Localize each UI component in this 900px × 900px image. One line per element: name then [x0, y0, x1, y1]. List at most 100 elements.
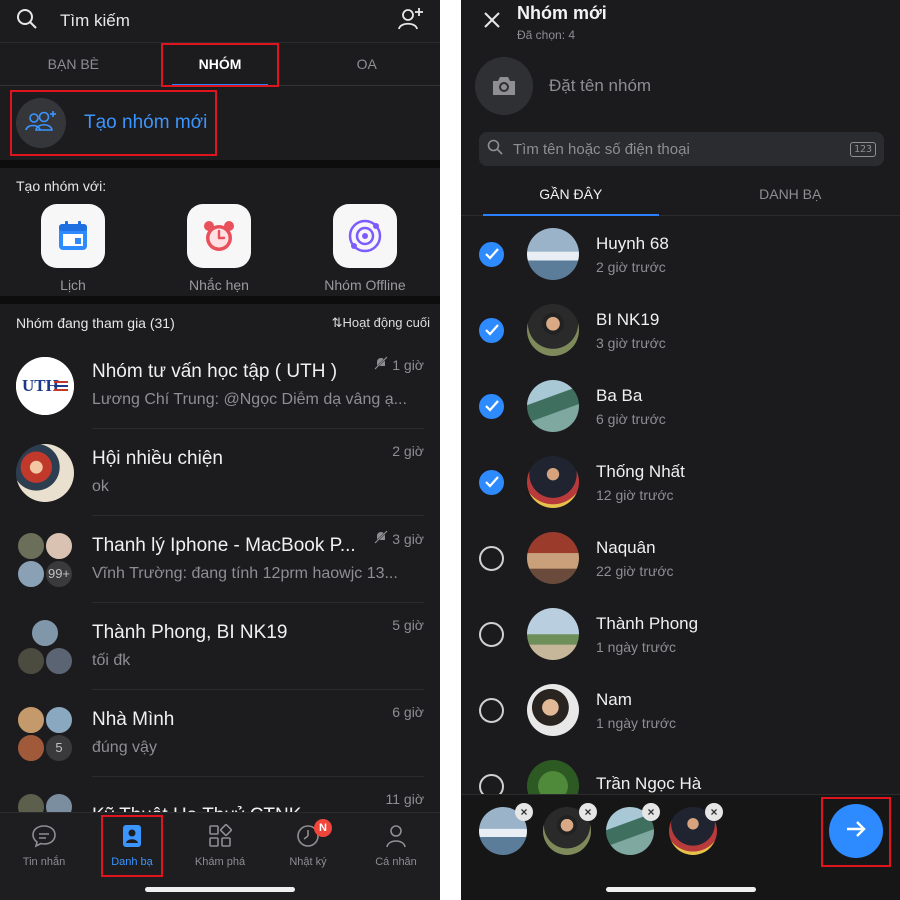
- sort-button[interactable]: ⇅Hoạt động cuối: [332, 315, 430, 331]
- checkbox-unchecked[interactable]: [479, 545, 504, 571]
- contact-name: Huynh 68: [596, 233, 669, 253]
- tab-oa[interactable]: OA: [293, 43, 440, 85]
- contact-last-active: 3 giờ trước: [596, 334, 666, 351]
- checkbox-checked[interactable]: [479, 241, 504, 267]
- group-row[interactable]: Hội nhiều chiện ok 2 giờ: [0, 429, 440, 516]
- contact-list: Huynh 68 2 giờ trước BI NK19 3 giờ trước B…: [461, 216, 900, 796]
- group-avatar: UTH: [16, 356, 74, 415]
- group-row[interactable]: Thành Phong, BI NK19 tối đk 5 giờ: [0, 603, 440, 690]
- contact-row[interactable]: Thành Phong 1 ngày trước: [461, 596, 900, 672]
- checkbox-unchecked[interactable]: [479, 773, 504, 796]
- create-with-reminder[interactable]: Nhắc hẹn: [146, 204, 292, 293]
- create-group-row[interactable]: Tạo nhóm mới: [0, 86, 440, 160]
- nav-label: Nhật ký: [289, 856, 327, 868]
- checkbox-unchecked[interactable]: [479, 621, 504, 647]
- active-tab-indicator: [172, 84, 268, 86]
- contact-row[interactable]: BI NK19 3 giờ trước: [461, 292, 900, 368]
- remove-icon[interactable]: ×: [705, 803, 723, 821]
- uth-logo: UTH: [16, 356, 74, 415]
- calendar-icon[interactable]: [41, 204, 105, 268]
- close-icon[interactable]: [483, 11, 501, 34]
- selected-avatar[interactable]: ×: [606, 803, 660, 855]
- avatar: [527, 304, 579, 356]
- group-avatar: [16, 443, 74, 502]
- contact-last-active: 1 ngày trước: [596, 714, 677, 731]
- nav-profile[interactable]: Cá nhân: [352, 813, 440, 900]
- tab-contacts[interactable]: DANH BẠ: [681, 172, 900, 215]
- avatar: [527, 684, 579, 736]
- group-name: Thanh lý Iphone - MacBook P...: [92, 535, 356, 556]
- orbit-icon[interactable]: [333, 204, 397, 268]
- contacts-tabs: BẠN BÈ NHÓM OA: [0, 42, 440, 86]
- avatar: [527, 380, 579, 432]
- group-avatar: 5: [16, 704, 74, 763]
- group-time: 2 giờ: [392, 443, 424, 459]
- muted-bell-icon: [374, 356, 388, 373]
- contact-name: BI NK19: [596, 309, 660, 329]
- group-last-message: đúng vậy: [92, 739, 157, 756]
- member-count-badge: 99+: [44, 558, 74, 589]
- contact-row[interactable]: Nam 1 ngày trước: [461, 672, 900, 748]
- checkbox-checked[interactable]: [479, 317, 504, 343]
- tab-groups[interactable]: NHÓM: [147, 43, 294, 85]
- search-placeholder[interactable]: Tìm kiếm: [60, 11, 398, 31]
- create-with-offline-group[interactable]: Nhóm Offline: [292, 204, 438, 293]
- contact-row[interactable]: Thống Nhất 12 giờ trước: [461, 444, 900, 520]
- person-icon: [385, 823, 407, 849]
- remove-icon[interactable]: ×: [515, 803, 533, 821]
- home-indicator: [605, 887, 756, 892]
- group-avatar: [16, 617, 74, 676]
- nav-label: Cá nhân: [375, 856, 417, 868]
- selected-contacts-bar: × × × ×: [461, 794, 900, 900]
- selected-avatar[interactable]: ×: [543, 803, 597, 855]
- tab-recent[interactable]: GẦN ĐÂY: [461, 172, 681, 215]
- group-last-message: Vĩnh Trường: đang tính 12prm haowjc 13..…: [92, 565, 398, 582]
- search-icon[interactable]: [16, 8, 38, 35]
- keypad-toggle[interactable]: 123: [849, 141, 876, 157]
- group-time: 1 giờ: [392, 356, 424, 373]
- group-name: Nhóm tư vấn học tập ( UTH ): [92, 361, 338, 382]
- alarm-clock-icon[interactable]: [187, 204, 251, 268]
- group-row[interactable]: UTH Nhóm tư vấn học tập ( UTH ) Lương Ch…: [0, 342, 440, 429]
- sort-label: Hoạt động cuối: [342, 315, 430, 330]
- contact-last-active: 2 giờ trước: [596, 258, 666, 275]
- remove-icon[interactable]: ×: [579, 803, 597, 821]
- create-group-button[interactable]: [829, 804, 883, 858]
- contact-row[interactable]: Huynh 68 2 giờ trước: [461, 216, 900, 292]
- chat-bubble-icon: [31, 823, 57, 849]
- group-name: Nhà Mình: [92, 709, 175, 730]
- checkbox-checked[interactable]: [479, 393, 504, 419]
- contact-row[interactable]: Trần Ngọc Hà: [461, 748, 900, 796]
- camera-icon[interactable]: [475, 57, 533, 115]
- group-time: 6 giờ: [392, 704, 424, 720]
- svg-text:UTH: UTH: [22, 376, 59, 395]
- search-bar[interactable]: Tìm kiếm: [0, 0, 440, 42]
- group-name-row[interactable]: Đặt tên nhóm: [461, 44, 900, 128]
- group-name-input[interactable]: Đặt tên nhóm: [549, 76, 651, 96]
- offline-group-label: Nhóm Offline: [324, 277, 406, 293]
- contact-name: Trần Ngọc Hà: [596, 773, 702, 793]
- contact-row[interactable]: Naquân 22 giờ trước: [461, 520, 900, 596]
- create-group-label[interactable]: Tạo nhóm mới: [84, 112, 207, 134]
- group-row[interactable]: 5 Nhà Mình đúng vậy 6 giờ: [0, 690, 440, 777]
- contact-search-input[interactable]: Tìm tên hoặc số điện thoại: [513, 141, 850, 158]
- contact-search-field[interactable]: Tìm tên hoặc số điện thoại 123: [479, 132, 884, 166]
- selected-avatar[interactable]: ×: [479, 803, 533, 855]
- contact-row[interactable]: Ba Ba 6 giờ trước: [461, 368, 900, 444]
- groups-screen: Tìm kiếm BẠN BÈ NHÓM OA Tạo nhóm mới Tạo…: [0, 0, 440, 900]
- group-last-message: ok: [92, 478, 109, 495]
- group-name: Thành Phong, BI NK19: [92, 622, 288, 643]
- nav-messages[interactable]: Tin nhắn: [0, 813, 88, 900]
- tab-friends[interactable]: BẠN BÈ: [0, 43, 147, 85]
- create-with-calendar[interactable]: Lịch: [0, 204, 146, 293]
- joined-groups-header: Nhóm đang tham gia (31) ⇅Hoạt động cuối: [0, 304, 440, 342]
- remove-icon[interactable]: ×: [642, 803, 660, 821]
- selected-avatar[interactable]: ×: [669, 803, 723, 855]
- checkbox-checked[interactable]: [479, 469, 504, 495]
- group-row[interactable]: 99+ Thanh lý Iphone - MacBook P... Vĩnh …: [0, 516, 440, 603]
- group-time: 5 giờ: [392, 617, 424, 633]
- group-name: Hội nhiều chiện: [92, 448, 223, 469]
- add-friend-icon[interactable]: [398, 7, 424, 36]
- checkbox-unchecked[interactable]: [479, 697, 504, 723]
- group-time: 3 giờ: [392, 530, 424, 547]
